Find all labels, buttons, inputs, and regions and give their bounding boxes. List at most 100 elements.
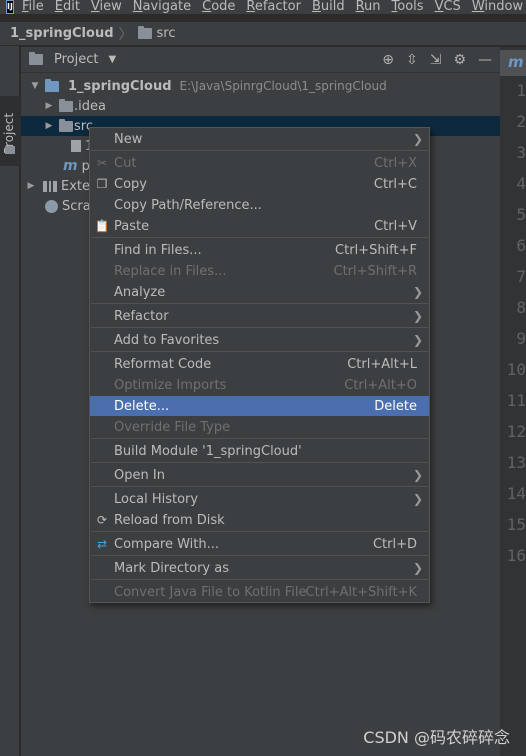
menu-item-reformat-code[interactable]: Reformat Code Ctrl+Alt+L bbox=[90, 354, 429, 374]
line-number: 12 bbox=[506, 422, 526, 441]
menu-run[interactable]: Run bbox=[356, 0, 381, 13]
folder-icon bbox=[137, 26, 152, 39]
menu-item-local-history[interactable]: Local History ❯ bbox=[90, 489, 429, 509]
menu-item-optimize-imports[interactable]: Optimize Imports Ctrl+Alt+O bbox=[90, 375, 429, 395]
context-menu: New ❯ ✂ Cut Ctrl+X ❐ Copy Ctrl+C Copy Pa… bbox=[89, 127, 430, 603]
menu-item-new[interactable]: New ❯ bbox=[90, 129, 429, 149]
line-number: 13 bbox=[506, 453, 526, 472]
menu-window[interactable]: Window bbox=[472, 0, 523, 13]
chevron-right-icon: ❯ bbox=[412, 561, 423, 575]
locate-icon[interactable]: ⊕ bbox=[382, 52, 394, 68]
menu-item-label: Replace in Files... bbox=[114, 263, 227, 279]
menu-item-copy[interactable]: ❐ Copy Ctrl+C bbox=[90, 174, 429, 194]
menu-item-label: Reformat Code bbox=[114, 356, 212, 372]
editor-tab[interactable]: m bbox=[500, 50, 526, 76]
menu-item-label: Mark Directory as bbox=[114, 560, 229, 576]
menu-code[interactable]: Code bbox=[202, 0, 235, 13]
chevron-down-icon[interactable]: ▼ bbox=[108, 54, 116, 65]
line-number: 6 bbox=[516, 236, 526, 255]
expand-all-icon[interactable]: ⇳ bbox=[406, 52, 418, 68]
menu-separator bbox=[91, 462, 428, 463]
tree-row-root[interactable]: ▼ 1_springCloud E:\Java\SpinrgCloud\1_sp… bbox=[21, 76, 500, 96]
menu-item-replace-in-files[interactable]: Replace in Files... Ctrl+Shift+R bbox=[90, 261, 429, 281]
left-tool-stripe: Project bbox=[0, 46, 20, 756]
tree-row-idea[interactable]: ▶ .idea bbox=[21, 96, 500, 116]
menu-separator bbox=[91, 579, 428, 580]
menu-item-analyze[interactable]: Analyze ❯ bbox=[90, 282, 429, 302]
menu-separator bbox=[91, 351, 428, 352]
line-number: 3 bbox=[516, 143, 526, 162]
menu-item-delete[interactable]: Delete... Delete bbox=[90, 396, 429, 416]
menu-item-label: Copy bbox=[114, 176, 147, 192]
menu-item-reload-from-disk[interactable]: ⟳ Reload from Disk bbox=[90, 510, 429, 530]
watermark: CSDN @码农碎碎念 bbox=[363, 728, 510, 747]
scissors-icon: ✂ bbox=[96, 156, 108, 170]
chevron-right-icon: ❯ bbox=[412, 132, 423, 146]
menu-item-label: Reload from Disk bbox=[114, 512, 225, 528]
menu-item-mark-directory-as[interactable]: Mark Directory as ❯ bbox=[90, 558, 429, 578]
chevron-right-icon[interactable]: ▶ bbox=[25, 181, 37, 191]
menu-item-override-file-type[interactable]: Override File Type bbox=[90, 417, 429, 437]
menu-item-build-module[interactable]: Build Module '1_springCloud' bbox=[90, 441, 429, 461]
breadcrumb-separator-icon: 〉 bbox=[118, 26, 133, 43]
menu-view[interactable]: View bbox=[91, 0, 122, 13]
menu-item-shortcut: Ctrl+Alt+Shift+K bbox=[305, 584, 417, 600]
chevron-down-icon[interactable]: ▼ bbox=[29, 81, 41, 91]
module-path: E:\Java\SpinrgCloud\1_springCloud bbox=[179, 79, 387, 93]
scratches-icon bbox=[45, 199, 58, 213]
menu-tools[interactable]: Tools bbox=[392, 0, 424, 13]
chevron-right-icon: ❯ bbox=[412, 309, 423, 323]
menu-separator bbox=[91, 531, 428, 532]
menu-item-compare-with[interactable]: ⇄ Compare With... Ctrl+D bbox=[90, 534, 429, 554]
breadcrumb: 1_springCloud 〉 src bbox=[0, 22, 526, 46]
line-number: 4 bbox=[516, 174, 526, 193]
menu-item-label: Cut bbox=[114, 155, 137, 171]
menu-item-label: Refactor bbox=[114, 308, 169, 324]
menu-edit[interactable]: Edit bbox=[55, 0, 80, 13]
menu-item-add-to-favorites[interactable]: Add to Favorites ❯ bbox=[90, 330, 429, 350]
breadcrumb-project[interactable]: 1_springCloud bbox=[10, 26, 114, 41]
module-name: 1_springCloud bbox=[68, 78, 172, 94]
menu-item-cut[interactable]: ✂ Cut Ctrl+X bbox=[90, 153, 429, 173]
chevron-right-icon: ❯ bbox=[412, 285, 423, 299]
menu-item-paste[interactable]: 📋 Paste Ctrl+V bbox=[90, 216, 429, 236]
chevron-right-icon[interactable]: ▶ bbox=[43, 101, 55, 111]
menu-item-shortcut: Ctrl+Alt+O bbox=[344, 377, 417, 393]
chevron-right-icon: ❯ bbox=[412, 468, 423, 482]
menu-item-convert-to-kotlin[interactable]: Convert Java File to Kotlin File Ctrl+Al… bbox=[90, 582, 429, 602]
menu-item-label: Build Module '1_springCloud' bbox=[114, 443, 302, 459]
menu-build[interactable]: Build bbox=[312, 0, 345, 13]
menu-refactor[interactable]: Refactor bbox=[246, 0, 301, 13]
line-number: 9 bbox=[516, 329, 526, 348]
menu-item-shortcut: Ctrl+Shift+F bbox=[335, 242, 417, 258]
hide-icon[interactable]: — bbox=[478, 52, 492, 68]
menu-navigate[interactable]: Navigate bbox=[133, 0, 191, 13]
menu-item-refactor[interactable]: Refactor ❯ bbox=[90, 306, 429, 326]
menu-vcs[interactable]: VCS bbox=[435, 0, 461, 13]
menu-item-label: Paste bbox=[114, 218, 150, 234]
project-panel-title[interactable]: Project bbox=[54, 52, 98, 67]
library-icon bbox=[43, 180, 57, 192]
collapse-all-icon[interactable]: ⇲ bbox=[430, 52, 442, 68]
menu-item-find-in-files[interactable]: Find in Files... Ctrl+Shift+F bbox=[90, 240, 429, 260]
menu-item-open-in[interactable]: Open In ❯ bbox=[90, 465, 429, 485]
breadcrumb-folder[interactable]: src bbox=[157, 26, 176, 41]
reload-icon: ⟳ bbox=[96, 513, 108, 527]
menu-item-label: Open In bbox=[114, 467, 165, 483]
tree-item-label: Exte bbox=[61, 178, 91, 194]
line-number: 7 bbox=[516, 267, 526, 286]
line-number: 14 bbox=[506, 484, 526, 503]
maven-icon: m bbox=[63, 158, 78, 174]
menu-item-label: New bbox=[114, 131, 143, 147]
project-view-icon bbox=[29, 52, 43, 65]
chevron-right-icon[interactable]: ▶ bbox=[43, 121, 55, 131]
gear-icon[interactable]: ⚙ bbox=[453, 52, 466, 68]
line-number: 16 bbox=[506, 546, 526, 565]
menu-item-label: Optimize Imports bbox=[114, 377, 227, 393]
menu-file[interactable]: File bbox=[22, 0, 44, 13]
menu-separator bbox=[91, 327, 428, 328]
menu-item-copy-path[interactable]: Copy Path/Reference... bbox=[90, 195, 429, 215]
menu-bar: IJ File Edit View Navigate Code Refactor… bbox=[0, 0, 526, 14]
menu-item-label: Analyze bbox=[114, 284, 166, 300]
menu-item-shortcut: Ctrl+Shift+R bbox=[333, 263, 418, 279]
